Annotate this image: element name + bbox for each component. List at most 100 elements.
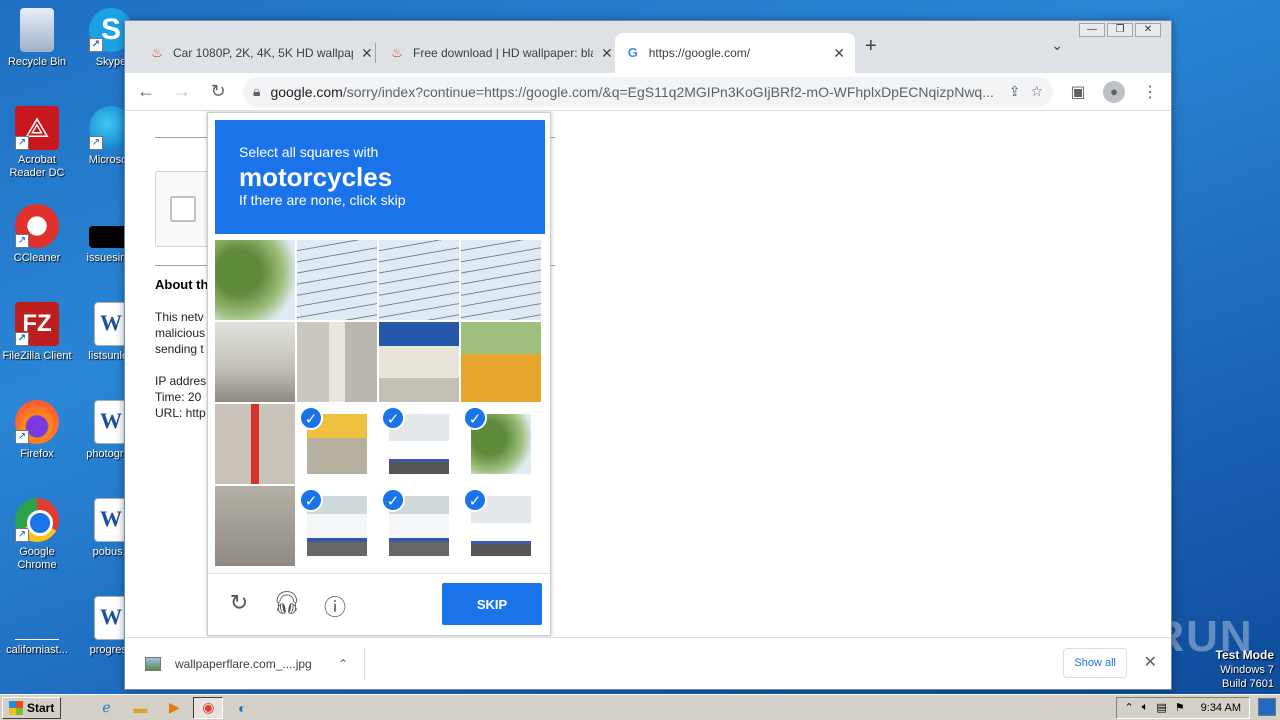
checkmark-icon: ✓ — [299, 406, 323, 430]
tab-search-chevron-icon[interactable]: ⌄ — [1051, 37, 1063, 54]
explorer-folder-icon[interactable]: ▬ — [125, 697, 155, 719]
desktop-icon-label: CCleaner — [13, 252, 61, 264]
captcha-tile[interactable]: ✓ — [297, 404, 377, 484]
captcha-tile[interactable]: ✓ — [379, 486, 459, 566]
media-player-icon[interactable]: ▶ — [159, 697, 189, 719]
address-bar[interactable]: 🔒︎ google.com/sorry/index?continue=https… — [243, 76, 1053, 107]
desktop-icon-californiast[interactable]: californiast... — [0, 596, 74, 657]
side-panel-icon[interactable]: ▣ — [1067, 82, 1089, 102]
volume-icon[interactable]: 🔈︎ — [1142, 701, 1149, 714]
new-tab-button[interactable]: + — [865, 35, 877, 58]
captcha-tile[interactable] — [215, 404, 295, 484]
desktop-icon-label: Recycle Bin — [7, 56, 67, 68]
chrome-icon: ↗ — [15, 498, 59, 542]
challenge-target: motorcycles — [239, 162, 393, 192]
action-center-flag-icon[interactable]: ⚑ — [1175, 701, 1185, 714]
close-icon[interactable]: ✕ — [1144, 652, 1157, 672]
captcha-tile[interactable] — [461, 322, 541, 402]
desktop-icon-recycle-bin[interactable]: Recycle Bin — [0, 8, 74, 69]
test-mode-line1: Test Mode — [1215, 648, 1274, 662]
show-all-button[interactable]: Show all — [1063, 648, 1127, 678]
download-bar: wallpaperflare.com_....jpg ⌃ Show all ✕ — [125, 637, 1171, 689]
ie-icon[interactable]: ℯ — [91, 697, 121, 719]
word-doc-icon: W — [94, 302, 128, 346]
reload-icon[interactable]: ↻ — [207, 81, 229, 102]
url-host: google.com — [270, 83, 343, 100]
recaptcha-challenge: Select all squares with motorcycles If t… — [207, 112, 551, 636]
close-window-button[interactable]: ✕ — [1135, 23, 1161, 37]
word-doc-icon: W — [94, 400, 128, 444]
start-button[interactable]: Start — [2, 696, 62, 719]
desktop-icon-label: californiast... — [6, 644, 68, 656]
desktop-icon-label: Acrobat Reader DC — [9, 154, 65, 179]
tile-image — [215, 240, 295, 320]
captcha-tile[interactable] — [379, 240, 459, 320]
page-content: About th This netv malicious sending t I… — [125, 111, 1171, 637]
captcha-tile[interactable] — [215, 486, 295, 566]
instruction-line: Select all squares with — [239, 144, 379, 160]
checkmark-icon: ✓ — [381, 488, 405, 512]
share-icon[interactable]: ⇪ — [1009, 83, 1021, 100]
chevron-up-icon[interactable]: ⌃ — [338, 657, 348, 671]
download-item[interactable]: wallpaperflare.com_....jpg ⌃ — [145, 648, 365, 680]
audio-icon[interactable]: 🎧︎ — [272, 590, 302, 616]
captcha-tile[interactable]: ✓ — [461, 486, 541, 566]
tab-free-download[interactable]: ♨ Free download | HD wallpaper: black ✕ — [379, 33, 623, 73]
clock[interactable]: 9:34 AM — [1201, 702, 1241, 714]
minimize-button[interactable]: — — [1079, 23, 1105, 37]
profile-avatar-icon[interactable]: ● — [1103, 80, 1125, 103]
captcha-tile[interactable]: ✓ — [379, 404, 459, 484]
forward-arrow-icon[interactable]: → — [171, 81, 193, 102]
close-tab-icon[interactable]: ✕ — [833, 45, 845, 62]
captcha-tile[interactable]: ✓ — [297, 486, 377, 566]
desktop-icon-ccleaner[interactable]: ↗ CCleaner — [0, 204, 74, 265]
info-icon[interactable]: ⓘ — [320, 590, 350, 622]
firefox-icon: ↗ — [15, 400, 59, 444]
desktop-icon-acrobat[interactable]: ⟁ ↗ Acrobat Reader DC — [0, 106, 74, 180]
captcha-tile[interactable]: ✓ — [461, 404, 541, 484]
text-line: This netv — [155, 310, 204, 324]
captcha-tile[interactable] — [215, 322, 295, 402]
desktop-icon-firefox[interactable]: ↗ Firefox — [0, 400, 74, 461]
recaptcha-checkbox[interactable] — [170, 196, 196, 222]
desktop-icon-label: FileZilla Client — [2, 350, 72, 362]
captcha-tile[interactable] — [297, 240, 377, 320]
tab-google-active[interactable]: G https://google.com/ ✕ — [615, 33, 855, 73]
skip-button[interactable]: SKIP — [442, 583, 542, 625]
request-details: IP addres Time: 20 URL: http — [155, 373, 206, 421]
more-menu-icon[interactable]: ⋮ — [1139, 82, 1161, 102]
taskbar: Start ℯ ▬ ▶ ◉ ◐ ⌃ 🔈︎ ▤ ⚑ 9:34 AM — [0, 694, 1280, 720]
google-icon: G — [627, 45, 638, 60]
tab-wallpapers-car[interactable]: ♨ Car 1080P, 2K, 4K, 5K HD wallpapers ✕ — [139, 33, 383, 73]
bookmark-star-icon[interactable]: ☆ — [1030, 83, 1043, 100]
captcha-tile[interactable] — [297, 322, 377, 402]
reload-icon[interactable]: ↻ — [224, 590, 254, 616]
chrome-taskbar-icon[interactable]: ◉ — [193, 696, 224, 719]
text-line: URL: http — [155, 406, 206, 420]
checkmark-icon: ✓ — [299, 488, 323, 512]
tile-image — [379, 240, 459, 320]
download-filename: wallpaperflare.com_....jpg — [175, 657, 312, 671]
captcha-tile[interactable] — [379, 322, 459, 402]
desktop-icon-filezilla[interactable]: FZ ↗ FileZilla Client — [0, 302, 74, 363]
checkmark-icon: ✓ — [463, 406, 487, 430]
start-label: Start — [27, 700, 55, 715]
text-line: IP addres — [155, 374, 207, 388]
lock-icon[interactable]: 🔒︎ — [253, 83, 260, 100]
network-icon[interactable]: ▤ — [1156, 701, 1166, 714]
desktop-icon-chrome[interactable]: ↗ Google Chrome — [0, 498, 74, 572]
edge-taskbar-icon[interactable]: ◐ — [227, 697, 257, 719]
captcha-tile[interactable] — [461, 240, 541, 320]
show-desktop-button[interactable] — [1258, 698, 1276, 716]
tile-image — [461, 322, 541, 402]
captcha-tile[interactable] — [215, 240, 295, 320]
tab-title: Free download | HD wallpaper: black — [413, 46, 593, 60]
restore-button[interactable]: ❐ — [1107, 23, 1133, 37]
tray-expand-icon[interactable]: ⌃ — [1125, 701, 1134, 714]
close-tab-icon[interactable]: ✕ — [361, 45, 373, 62]
acrobat-icon: ⟁ ↗ — [15, 106, 59, 150]
tile-image — [297, 322, 377, 402]
back-arrow-icon[interactable]: ← — [135, 81, 157, 102]
window-controls: — ❐ ✕ — [1079, 23, 1161, 37]
close-tab-icon[interactable]: ✕ — [601, 45, 613, 62]
